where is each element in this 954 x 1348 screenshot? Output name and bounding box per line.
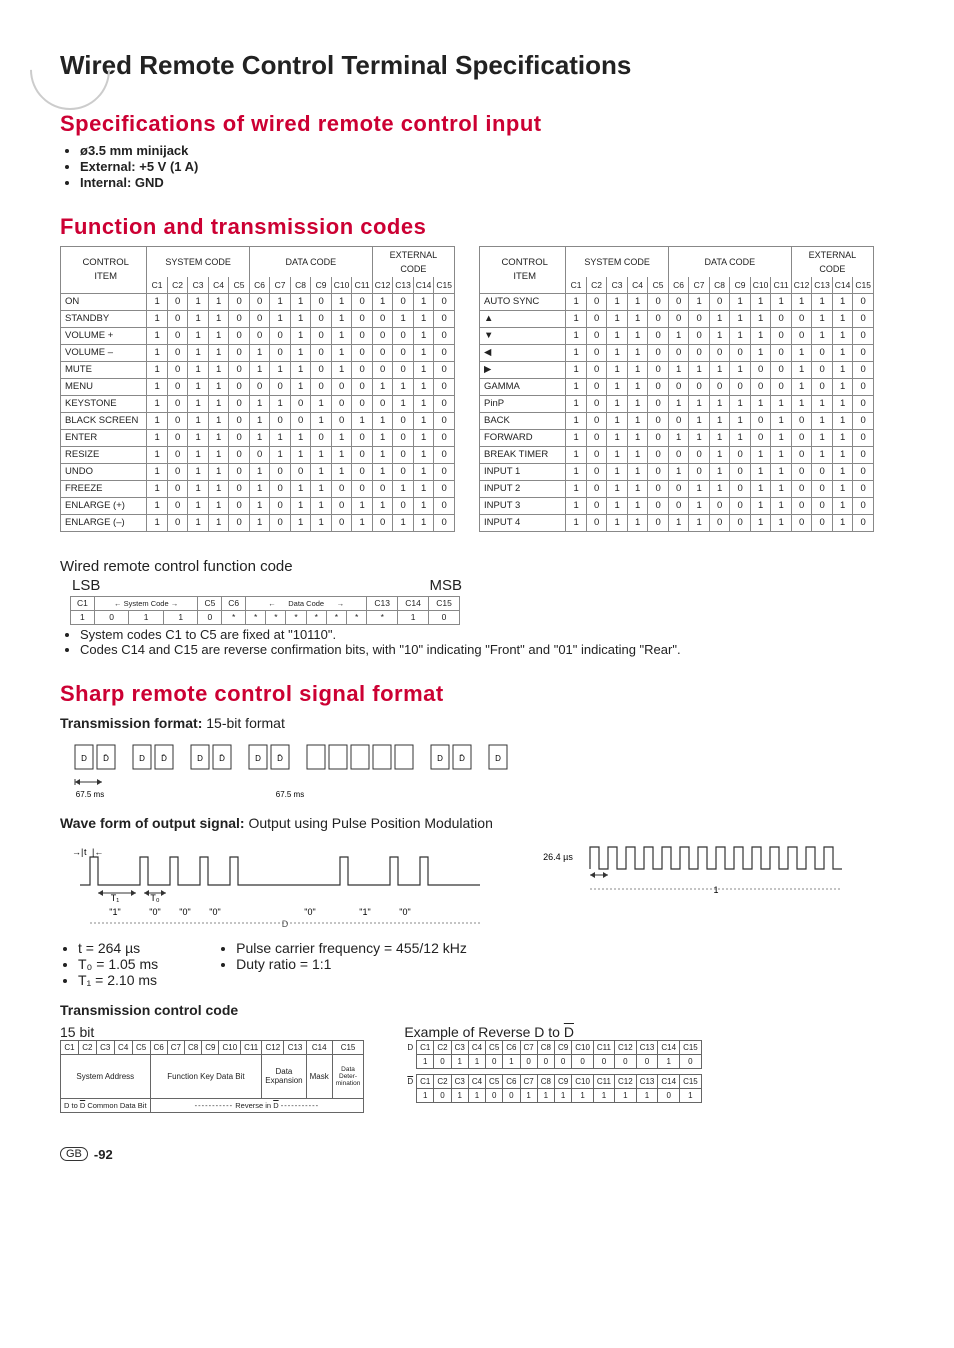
svg-text:"0": "0": [304, 907, 315, 917]
svg-text:D: D: [282, 919, 289, 929]
svg-text:T₀: T₀: [150, 893, 159, 903]
svg-text:"0": "0": [149, 907, 160, 917]
page-footer: GB -92: [60, 1147, 894, 1162]
signal-format-title: Sharp remote control signal format: [60, 681, 894, 707]
tcc-15bit: 15 bit: [60, 1024, 364, 1040]
spec-bullet: Internal: GND: [80, 175, 894, 190]
decorative-arc: [13, 13, 126, 126]
svg-text:D̄: D̄: [103, 754, 109, 763]
func-code-heading: Wired remote control function code: [60, 558, 894, 575]
msb-label: MSB: [429, 577, 462, 594]
wave-label-bold: Wave form of output signal:: [60, 815, 245, 831]
spec-bullets: ø3.5 mm minijack External: +5 V (1 A) In…: [66, 143, 894, 190]
svg-text:"1": "1": [359, 907, 370, 917]
codes-table-right: CONTROL ITEMSYSTEM CODEDATA CODEEXTERNAL…: [479, 246, 874, 532]
svg-text:67.5 ms: 67.5 ms: [76, 790, 104, 799]
trans-fmt-label: Transmission format:: [60, 715, 202, 731]
svg-text:D̄: D̄: [161, 754, 167, 763]
codes-table-left: CONTROL ITEMSYSTEM CODEDATA CODEEXTERNAL…: [60, 246, 455, 532]
param: T₁ = 2.10 ms: [78, 972, 158, 988]
trans-fmt-value: 15-bit format: [206, 715, 285, 731]
lsb-label: LSB: [72, 577, 100, 594]
tcc-right-table: DC1C2C3C4C5C6C7C8C9C10C11C12C13C14C15101…: [404, 1040, 701, 1103]
svg-text:D: D: [495, 754, 501, 763]
param: Pulse carrier frequency = 455/12 kHz: [236, 940, 467, 956]
svg-text:D̄: D̄: [277, 754, 283, 763]
svg-text:D: D: [197, 754, 203, 763]
svg-text:D: D: [139, 754, 145, 763]
page-title: Wired Remote Control Terminal Specificat…: [60, 50, 894, 81]
param: T₀ = 1.05 ms: [78, 956, 158, 972]
section-codes-title: Function and transmission codes: [60, 214, 894, 240]
svg-text:26.4 µs: 26.4 µs: [543, 852, 573, 862]
svg-text:D̄: D̄: [459, 754, 465, 763]
svg-text:"0": "0": [179, 907, 190, 917]
svg-text:D: D: [255, 754, 261, 763]
svg-text:67.5 ms: 67.5 ms: [276, 790, 304, 799]
svg-text:D: D: [81, 754, 87, 763]
svg-text:T₁: T₁: [111, 893, 120, 903]
svg-text:"0": "0": [209, 907, 220, 917]
svg-text:t: t: [84, 847, 87, 857]
note: System codes C1 to C5 are fixed at "1011…: [80, 627, 894, 642]
transmission-format-diagram: D D̄ D D̄ D D̄ D D̄ D D̄ D 67.5 ms 67.5 ms: [60, 735, 894, 805]
timing-params: t = 264 µs T₀ = 1.05 ms T₁ = 2.10 ms Pul…: [60, 940, 894, 988]
section-spec-title: Specifications of wired remote control i…: [60, 111, 894, 137]
svg-text:|←: |←: [92, 847, 103, 857]
spec-bullet: ø3.5 mm minijack: [80, 143, 894, 158]
func-code-notes: System codes C1 to C5 are fixed at "1011…: [66, 627, 894, 657]
svg-text:"1": "1": [109, 907, 120, 917]
param: Duty ratio = 1:1: [236, 956, 467, 972]
note: Codes C14 and C15 are reverse confirmati…: [80, 642, 894, 657]
svg-text:1: 1: [713, 885, 718, 895]
func-code-table: C1← System Code →C5C6← Data Code →C13C14…: [70, 596, 460, 625]
wave-label-rest: Output using Pulse Position Modulation: [248, 815, 492, 831]
svg-text:D: D: [437, 754, 443, 763]
gb-badge: GB: [60, 1147, 88, 1161]
waveform-diagram: →|t |← T₁ T₀ "1" "0" "0" "0" "0" "1" "0" D 26.4 µs 1: [60, 835, 894, 930]
svg-text:"0": "0": [399, 907, 410, 917]
param: t = 264 µs: [78, 940, 158, 956]
svg-text:D̄: D̄: [219, 754, 225, 763]
page-number: -92: [94, 1147, 113, 1162]
svg-text:→|: →|: [72, 847, 83, 857]
spec-bullet: External: +5 V (1 A): [80, 159, 894, 174]
tcc-left-table: C1C2C3C4C5C6C7C8C9C10C11C12C13C14C15Syst…: [60, 1040, 364, 1113]
tcc-heading: Transmission control code: [60, 1002, 894, 1018]
tcc-example-label: Example of Reverse D to D: [404, 1024, 701, 1040]
